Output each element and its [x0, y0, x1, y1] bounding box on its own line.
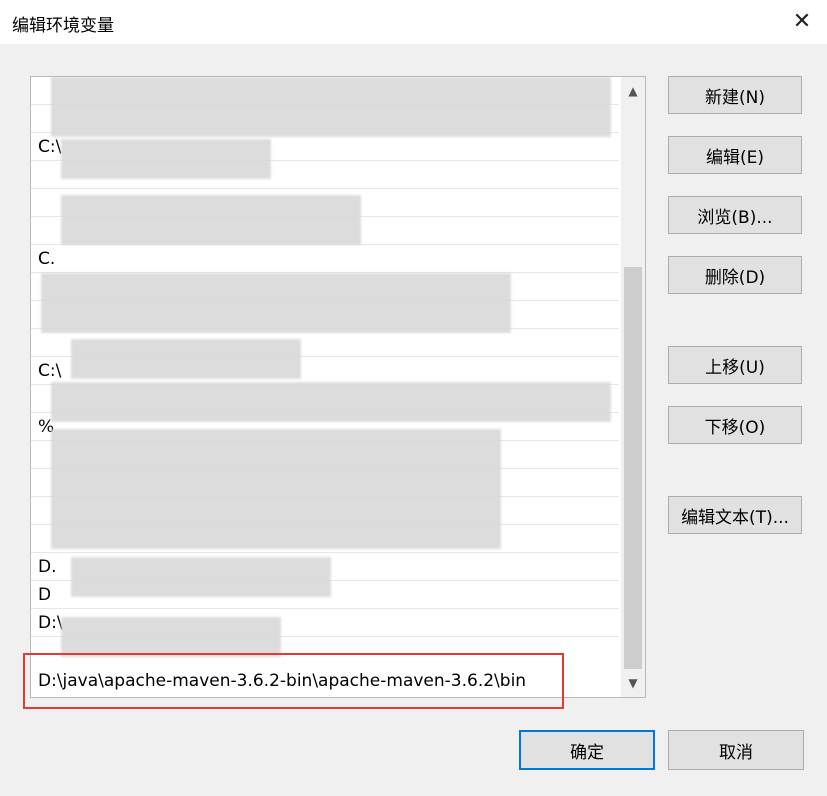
blur-overlay: [61, 139, 271, 179]
move-down-button[interactable]: 下移(O): [668, 406, 802, 444]
path-list[interactable]: C:\ C. C:\ % D. D D:\ D:\java\apache-mav…: [30, 76, 646, 698]
dialog-title: 编辑环境变量: [12, 16, 114, 36]
ok-button[interactable]: 确定: [519, 730, 655, 770]
blur-overlay: [51, 429, 501, 549]
browse-button[interactable]: 浏览(B)...: [668, 196, 802, 234]
list-item-text: C.: [38, 249, 56, 269]
scroll-down-icon[interactable]: ▼: [621, 671, 645, 695]
move-up-button[interactable]: 上移(U): [668, 346, 802, 384]
list-item-text: D.: [38, 557, 57, 577]
list-item-text: C:\: [38, 361, 62, 381]
blur-overlay: [61, 617, 281, 657]
list-item-text: C:\: [38, 137, 62, 157]
scrollbar-thumb[interactable]: [624, 267, 642, 669]
new-button[interactable]: 新建(N): [668, 76, 802, 114]
blur-overlay: [71, 339, 301, 379]
vertical-scrollbar[interactable]: ▲ ▼: [621, 77, 645, 697]
blur-overlay: [51, 77, 611, 137]
edit-button[interactable]: 编辑(E): [668, 136, 802, 174]
list-item-text: D: [38, 585, 52, 605]
close-icon[interactable]: ✕: [789, 9, 815, 35]
list-item-text: D:\: [38, 613, 63, 633]
blur-overlay: [61, 195, 361, 245]
title-bar: 编辑环境变量 ✕: [0, 0, 827, 44]
cancel-button[interactable]: 取消: [668, 730, 804, 770]
scroll-up-icon[interactable]: ▲: [621, 79, 645, 103]
blur-overlay: [71, 557, 331, 597]
blur-overlay: [51, 382, 611, 422]
delete-button[interactable]: 删除(D): [668, 256, 802, 294]
list-item[interactable]: C.: [31, 245, 619, 273]
edit-text-button[interactable]: 编辑文本(T)...: [668, 496, 802, 534]
blur-overlay: [41, 273, 511, 333]
highlight-box: [23, 653, 564, 709]
